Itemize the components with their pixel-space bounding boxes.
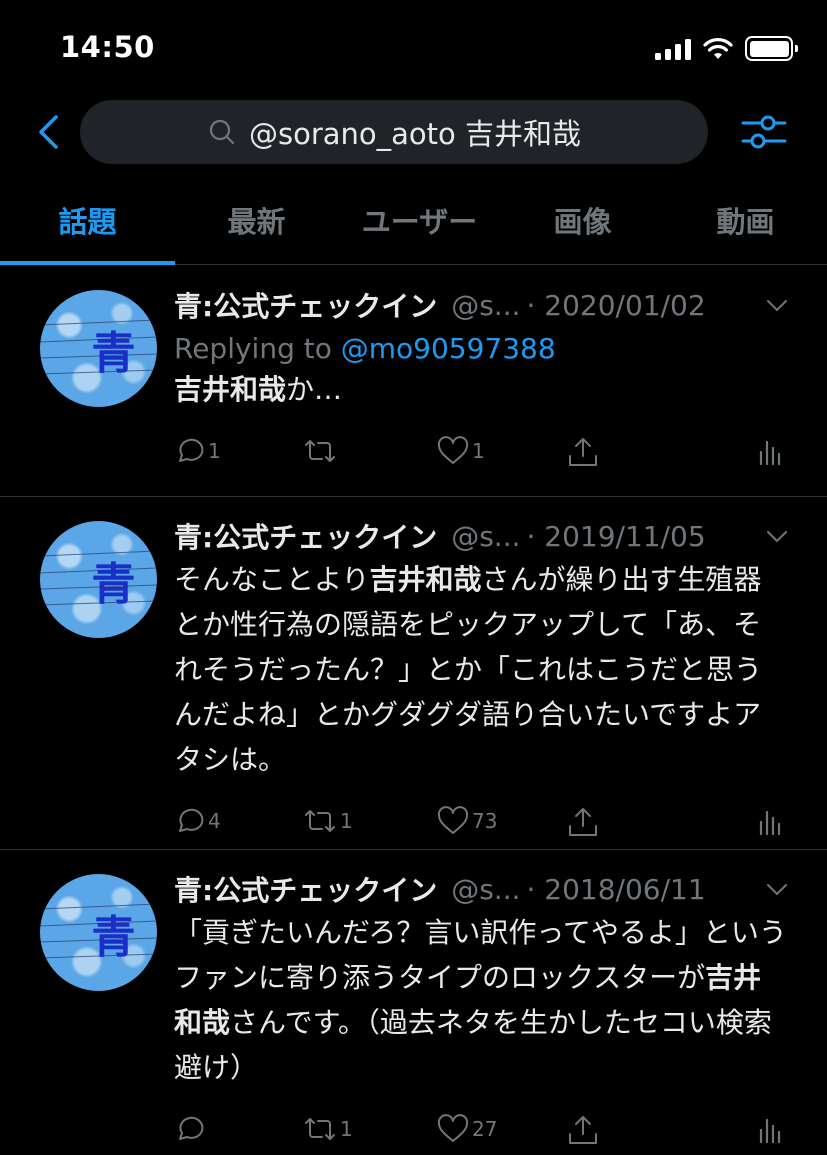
tweet-text: 吉井和哉か… [174,367,787,412]
display-name[interactable]: 青:公式チェックイン [174,869,437,909]
retweet-count: 1 [340,809,353,833]
avatar-glyph: 青 [91,327,136,379]
chevron-down-icon[interactable] [765,529,789,545]
back-button[interactable] [30,110,66,154]
avatar-glyph: 青 [91,558,136,610]
analytics-icon [759,810,781,836]
display-name[interactable]: 青:公式チェックイン [174,516,437,556]
battery-icon [745,36,798,61]
status-icons [655,36,798,61]
heart-icon [437,436,469,464]
tweet-text: 「貢ぎたいんだろ？言い訳作ってやるよ」というファンに寄り添うタイプのロックスター… [174,910,787,1090]
replying-to-label: Replying to [174,332,341,365]
tweet-text: そんなことより吉井和哉さんが繰り出す生殖器とか性行為の隠語をピックアップして「あ… [174,557,787,782]
like-button[interactable]: 73 [436,806,497,836]
tweet-date[interactable]: · 2018/06/11 [527,873,706,906]
tweet-date[interactable]: · 2020/01/02 [527,289,706,322]
chevron-left-icon [39,115,58,149]
search-header: @sorano_aoto 吉井和哉 [0,100,827,164]
username[interactable]: @s... [451,289,520,322]
tweet-header: 青:公式チェックイン @s... · 2020/01/02 [174,286,787,324]
analytics-icon [759,440,781,466]
sliders-icon [741,115,787,149]
search-icon [207,117,237,147]
retweet-button[interactable]: 1 [302,806,353,836]
retweet-button[interactable] [302,436,340,466]
chevron-down-icon[interactable] [765,882,789,898]
tab-photos[interactable]: 画像 [501,176,664,264]
like-button[interactable]: 1 [436,436,485,466]
tweet-text-pre: 「貢ぎたいんだろ？言い訳作ってやるよ」というファンに寄り添うタイプのロックスター… [174,916,787,994]
username[interactable]: @s... [451,873,520,906]
avatar[interactable]: 青 [40,290,157,407]
like-count: 27 [472,1117,498,1141]
retweet-icon [305,810,335,832]
replying-to: Replying to @mo90597388 [174,332,787,365]
search-filter-button[interactable] [741,110,787,154]
share-icon [569,1116,597,1144]
username[interactable]: @s... [451,520,520,553]
share-icon [569,438,597,466]
reply-button[interactable]: 1 [174,436,221,466]
reply-icon [179,808,204,832]
tweet-date[interactable]: · 2019/11/05 [527,520,706,553]
tweet[interactable]: 青 青:公式チェックイン @s... · 2020/01/02 Replying… [0,266,827,497]
share-button[interactable] [566,436,600,468]
reply-mention-link[interactable]: @mo90597388 [341,332,556,365]
tweet-header: 青:公式チェックイン @s... · 2018/06/11 [174,870,787,908]
display-name[interactable]: 青:公式チェックイン [174,285,437,325]
tweet-header: 青:公式チェックイン @s... · 2019/11/05 [174,517,787,555]
like-count: 73 [472,809,498,833]
tweet[interactable]: 青 青:公式チェックイン @s... · 2018/06/11 「貢ぎたいんだろ… [0,850,827,1155]
retweet-icon [305,1118,335,1140]
reply-button[interactable]: 4 [174,806,221,836]
search-input[interactable]: @sorano_aoto 吉井和哉 [249,111,581,153]
status-time: 14:50 [60,30,155,64]
tweet-text-post: か… [286,373,343,406]
analytics-button[interactable] [758,1114,782,1144]
tweet-list: 青 青:公式チェックイン @s... · 2020/01/02 Replying… [0,266,827,1155]
retweet-count: 1 [340,1117,353,1141]
heart-icon [437,806,469,834]
share-icon [569,808,597,836]
retweet-icon [305,440,335,462]
analytics-icon [759,1118,781,1144]
tweet-text-pre: そんなことより [174,563,370,596]
reply-count: 1 [208,439,221,463]
avatar[interactable]: 青 [40,521,157,638]
avatar[interactable]: 青 [40,874,157,991]
reply-count: 4 [208,809,221,833]
retweet-button[interactable]: 1 [302,1114,353,1144]
search-bar[interactable]: @sorano_aoto 吉井和哉 [80,100,708,164]
tab-latest[interactable]: 最新 [175,176,338,264]
like-count: 1 [472,439,485,463]
analytics-button[interactable] [758,436,782,466]
tab-users[interactable]: ユーザー [338,176,501,264]
search-tabs: 話題 最新 ユーザー 画像 動画 [0,176,827,265]
tweet-text-highlight: 吉井和哉 [369,563,482,596]
reply-icon [179,1116,204,1140]
avatar-glyph: 青 [91,911,136,963]
tweet[interactable]: 青 青:公式チェックイン @s... · 2019/11/05 そんなことより吉… [0,497,827,850]
tab-videos[interactable]: 動画 [664,176,827,264]
heart-icon [437,1114,469,1142]
share-button[interactable] [566,806,600,838]
cellular-signal-icon [655,38,691,60]
like-button[interactable]: 27 [436,1114,497,1144]
tab-top[interactable]: 話題 [0,176,175,265]
reply-button[interactable] [174,1114,208,1144]
wifi-icon [703,37,733,59]
reply-icon [179,438,204,462]
status-bar: 14:50 [0,0,827,96]
chevron-down-icon[interactable] [765,298,789,314]
tweet-text-highlight: 吉井和哉 [174,373,287,406]
tweet-text-post: さんです。（過去ネタを生かしたセコい検索避け） [174,1006,772,1084]
analytics-button[interactable] [758,806,782,836]
share-button[interactable] [566,1114,600,1146]
tweet-actions: 1 27 [174,1104,787,1155]
tweet-actions: 1 1 [174,426,787,500]
